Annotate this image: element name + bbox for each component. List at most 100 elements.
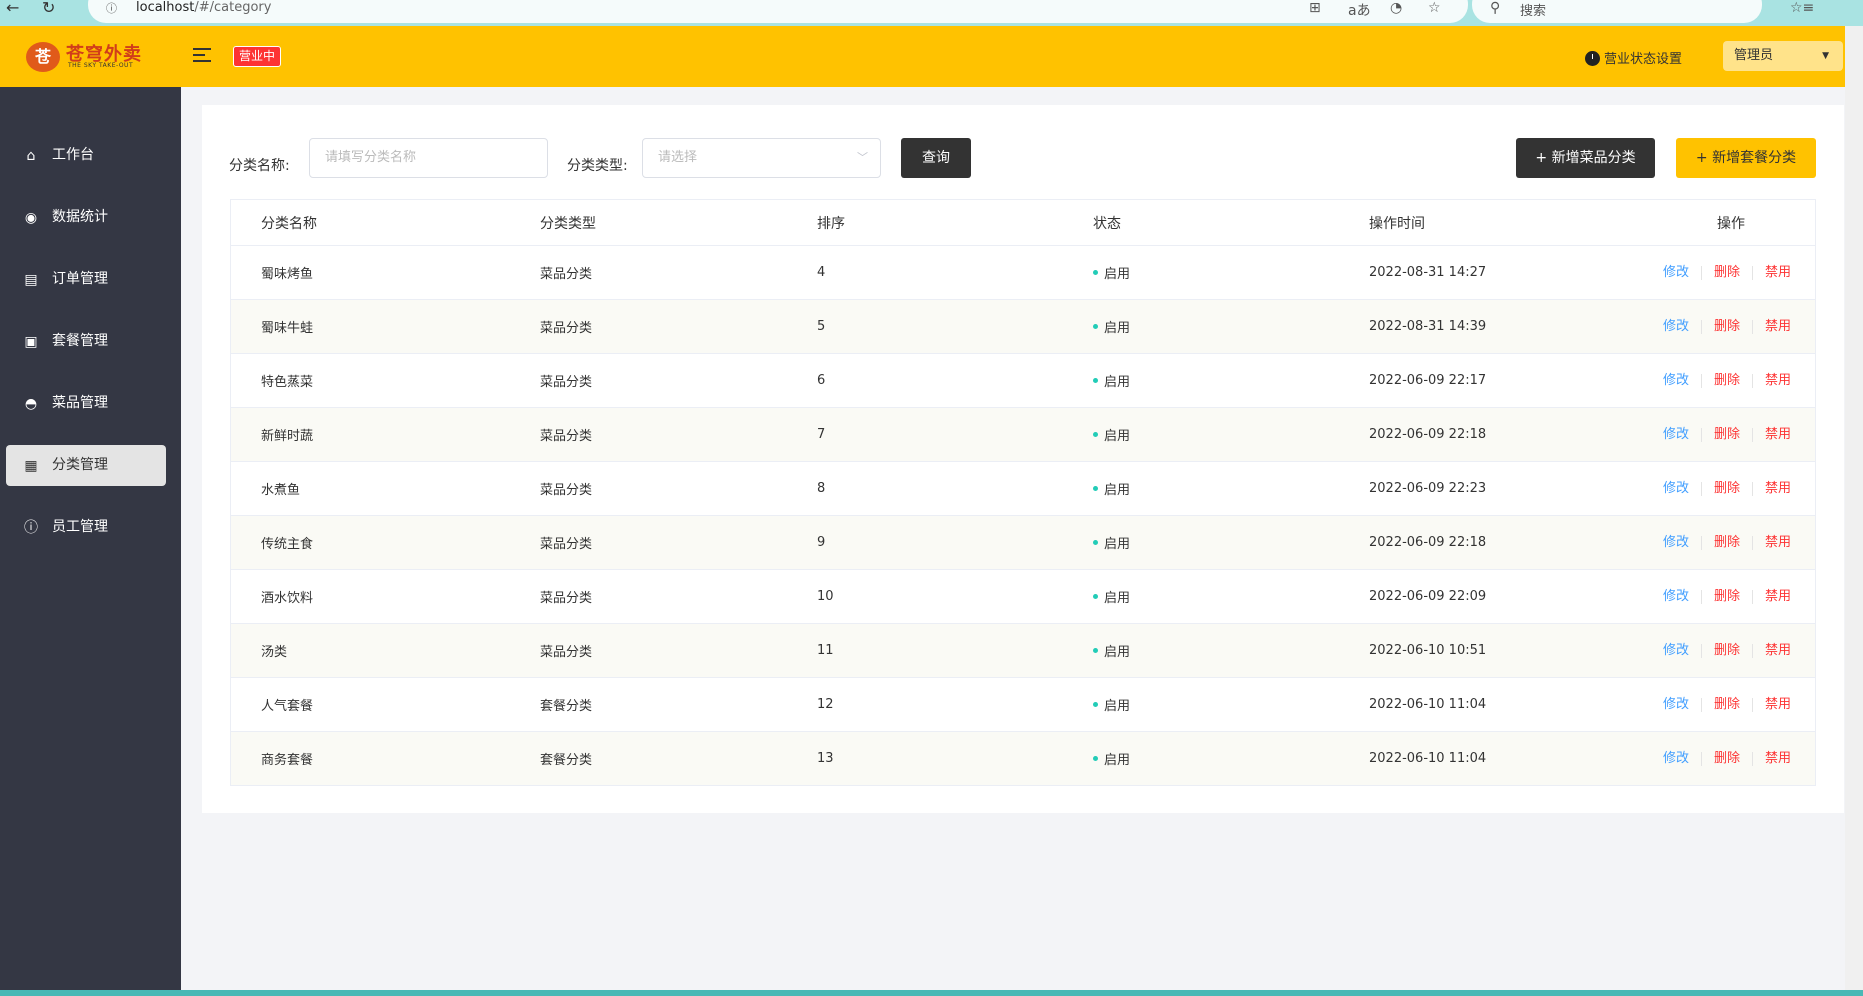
- status-cell: 启用: [1093, 462, 1130, 515]
- status-text: 启用: [1104, 483, 1131, 498]
- edge-icon[interactable]: ◔: [1390, 0, 1402, 16]
- sidebar-item-setmeals[interactable]: ▣ 套餐管理: [6, 321, 166, 362]
- url-text[interactable]: localhost/#/category: [136, 0, 271, 15]
- disable-link[interactable]: 禁用: [1751, 265, 1803, 280]
- disable-link[interactable]: 禁用: [1751, 697, 1803, 712]
- edit-link[interactable]: 修改: [1651, 265, 1701, 280]
- sidebar-item-label: 订单管理: [52, 271, 108, 287]
- clock-icon: [1585, 51, 1600, 66]
- row-actions: 修改 删除 禁用: [1651, 516, 1803, 569]
- add-setmeal-category-button[interactable]: + 新增套餐分类: [1676, 138, 1816, 178]
- query-button[interactable]: 查询: [901, 138, 971, 178]
- sidebar-item-statistics[interactable]: ◉ 数据统计: [6, 197, 166, 238]
- sidebar-item-categories[interactable]: ▦ 分类管理: [6, 445, 166, 486]
- logo-mark-icon: 苍: [26, 42, 60, 72]
- menu-collapse-icon[interactable]: [193, 48, 211, 64]
- page-scrollbar[interactable]: [1845, 26, 1863, 990]
- time-cell: 2022-06-09 22:18: [1369, 535, 1487, 550]
- status-dot-icon: [1093, 648, 1098, 653]
- business-status-setting-label: 营业状态设置: [1604, 52, 1683, 67]
- grid-icon: ▦: [24, 458, 38, 474]
- disable-link[interactable]: 禁用: [1751, 643, 1803, 658]
- sidebar-item-employees[interactable]: ⓘ 员工管理: [6, 507, 166, 548]
- delete-link[interactable]: 删除: [1700, 373, 1752, 388]
- status-cell: 启用: [1093, 354, 1130, 407]
- time-cell: 2022-06-09 22:23: [1369, 481, 1487, 496]
- browser-search-placeholder[interactable]: 搜索: [1520, 0, 1546, 19]
- sidebar-item-dishes[interactable]: ◓ 菜品管理: [6, 383, 166, 424]
- edit-link[interactable]: 修改: [1651, 481, 1701, 496]
- status-text: 启用: [1104, 429, 1131, 444]
- disable-link[interactable]: 禁用: [1751, 319, 1803, 334]
- category-type-cell: 菜品分类: [540, 645, 593, 660]
- column-header-sort: 排序: [817, 215, 845, 232]
- status-dot-icon: [1093, 432, 1098, 437]
- taskbar-edge: [0, 990, 1863, 996]
- delete-link[interactable]: 删除: [1700, 481, 1752, 496]
- sidebar: ⌂ 工作台 ◉ 数据统计 ▤ 订单管理 ▣ 套餐管理 ◓ 菜品管理 ▦ 分类管理 ⓘ 员工管理: [0, 87, 181, 990]
- category-type-cell: 菜品分类: [540, 429, 593, 444]
- column-header-time: 操作时间: [1369, 215, 1425, 232]
- disable-link[interactable]: 禁用: [1751, 751, 1803, 766]
- row-actions: 修改 删除 禁用: [1651, 408, 1803, 461]
- add-dish-category-button[interactable]: + 新增菜品分类: [1516, 138, 1655, 178]
- disable-link[interactable]: 禁用: [1751, 481, 1803, 496]
- status-text: 启用: [1104, 753, 1131, 768]
- delete-link[interactable]: 删除: [1700, 697, 1752, 712]
- delete-link[interactable]: 删除: [1700, 319, 1752, 334]
- delete-link[interactable]: 删除: [1700, 589, 1752, 604]
- sort-cell: 7: [817, 427, 826, 442]
- time-cell: 2022-06-10 11:04: [1369, 697, 1487, 712]
- business-status-setting-button[interactable]: 营业状态设置: [1585, 48, 1682, 67]
- table-row: 商务套餐 套餐分类 13 启用 2022-06-10 11:04 修改 删除 禁用: [231, 732, 1815, 786]
- disable-link[interactable]: 禁用: [1751, 535, 1803, 550]
- delete-link[interactable]: 删除: [1700, 265, 1752, 280]
- status-cell: 启用: [1093, 732, 1130, 785]
- site-info-icon[interactable]: ⓘ: [106, 0, 117, 16]
- edit-link[interactable]: 修改: [1651, 373, 1701, 388]
- table-row: 蜀味烤鱼 菜品分类 4 启用 2022-08-31 14:27 修改 删除 禁用: [231, 246, 1815, 300]
- sort-cell: 11: [817, 643, 834, 658]
- edit-link[interactable]: 修改: [1651, 751, 1701, 766]
- row-actions: 修改 删除 禁用: [1651, 678, 1803, 731]
- category-type-cell: 菜品分类: [540, 591, 593, 606]
- disable-link[interactable]: 禁用: [1751, 427, 1803, 442]
- sidebar-item-orders[interactable]: ▤ 订单管理: [6, 259, 166, 300]
- category-type-cell: 套餐分类: [540, 753, 593, 768]
- sidebar-item-dashboard[interactable]: ⌂ 工作台: [6, 135, 166, 176]
- category-name-cell: 酒水饮料: [261, 591, 314, 606]
- sort-cell: 4: [817, 265, 826, 280]
- admin-label: 管理员: [1734, 48, 1774, 63]
- delete-link[interactable]: 删除: [1700, 427, 1752, 442]
- edit-link[interactable]: 修改: [1651, 535, 1701, 550]
- edit-link[interactable]: 修改: [1651, 697, 1701, 712]
- edit-link[interactable]: 修改: [1651, 427, 1701, 442]
- browser-search-box[interactable]: [1472, 0, 1762, 23]
- home-icon: ⌂: [26, 148, 36, 164]
- category-type-select[interactable]: 请选择 ﹀: [642, 138, 881, 178]
- status-cell: 启用: [1093, 570, 1130, 623]
- address-bar[interactable]: [88, 0, 1468, 23]
- status-cell: 启用: [1093, 300, 1130, 353]
- chevron-down-icon: ﹀: [857, 151, 868, 164]
- favorites-list-icon[interactable]: ☆≡: [1790, 0, 1814, 16]
- read-aloud-icon[interactable]: aあ: [1348, 0, 1371, 20]
- app-grid-icon[interactable]: ⊞: [1309, 0, 1321, 16]
- sidebar-item-label: 分类管理: [52, 457, 108, 473]
- disable-link[interactable]: 禁用: [1751, 589, 1803, 604]
- edit-link[interactable]: 修改: [1651, 319, 1701, 334]
- edit-link[interactable]: 修改: [1651, 643, 1701, 658]
- admin-dropdown[interactable]: 管理员 ▼: [1723, 41, 1843, 71]
- favorite-star-icon[interactable]: ☆: [1428, 0, 1441, 16]
- delete-link[interactable]: 删除: [1700, 535, 1752, 550]
- category-type-cell: 菜品分类: [540, 375, 593, 390]
- edit-link[interactable]: 修改: [1651, 589, 1701, 604]
- delete-link[interactable]: 删除: [1700, 751, 1752, 766]
- disable-link[interactable]: 禁用: [1751, 373, 1803, 388]
- back-arrow-icon[interactable]: ←: [6, 0, 19, 16]
- category-name-input[interactable]: 请填写分类名称: [309, 138, 548, 178]
- category-type-label: 分类类型:: [567, 158, 628, 174]
- row-actions: 修改 删除 禁用: [1651, 462, 1803, 515]
- reload-icon[interactable]: ↻: [42, 0, 55, 16]
- delete-link[interactable]: 删除: [1700, 643, 1752, 658]
